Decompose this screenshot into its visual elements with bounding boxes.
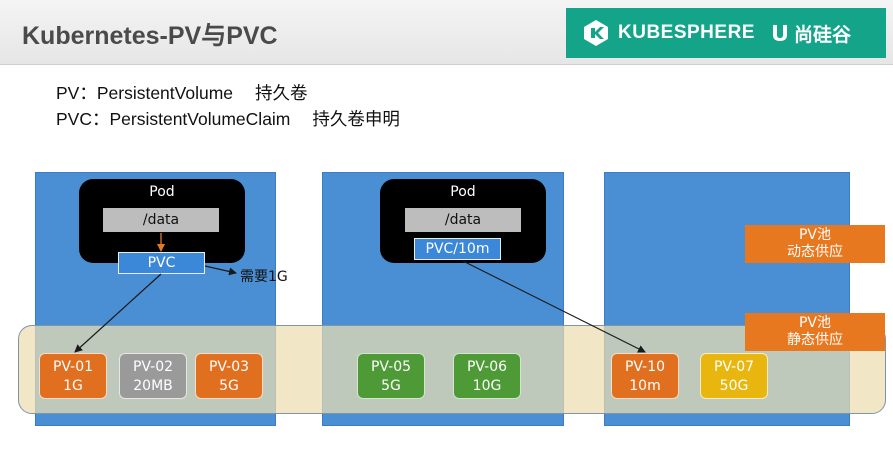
binding-arrows bbox=[74, 233, 646, 353]
pvc10m-to-pv10-arrow bbox=[462, 260, 646, 353]
pvc-to-need-arrow bbox=[204, 265, 237, 276]
pvc-to-pv01-arrow bbox=[74, 273, 162, 353]
